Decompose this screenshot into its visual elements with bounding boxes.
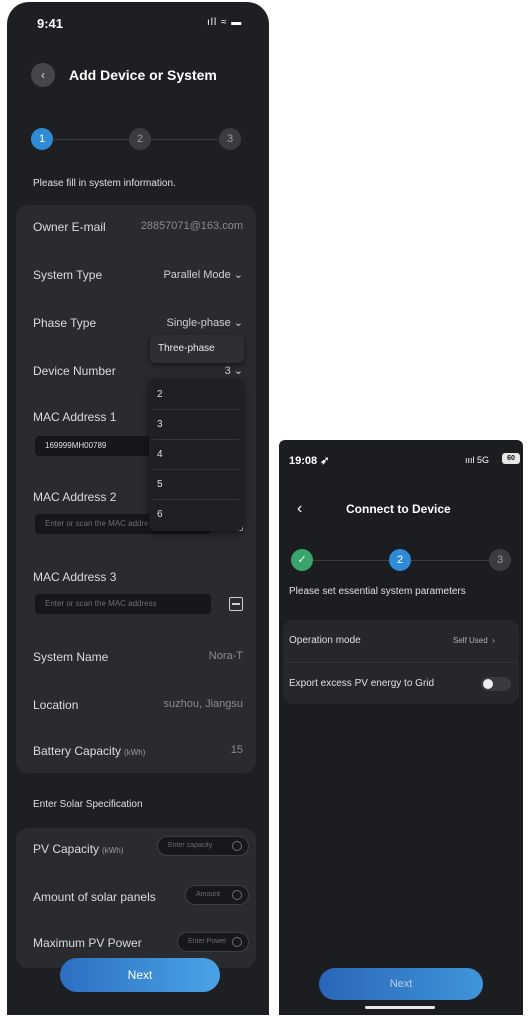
location-label: Location: [33, 698, 79, 712]
device-number-option[interactable]: 3: [157, 419, 163, 430]
mac1-label: MAC Address 1: [33, 410, 117, 424]
step-3: 3: [219, 128, 241, 150]
step-3: 3: [489, 549, 511, 571]
divider: [153, 439, 239, 440]
system-name-row: System Name Nora-T: [33, 650, 243, 670]
phase-type-select[interactable]: Single-phase ⌄: [167, 316, 244, 329]
location-value[interactable]: suzhou, Jiangsu: [164, 698, 244, 710]
owner-email-value[interactable]: 28857071@163.com: [141, 220, 243, 232]
status-time: 19:08 ➶: [289, 455, 330, 467]
operation-mode-select[interactable]: Self Used ›: [453, 636, 495, 645]
divider: [153, 409, 239, 410]
export-pv-toggle[interactable]: [481, 677, 511, 691]
back-button[interactable]: ‹: [297, 500, 302, 518]
mac3-row: MAC Address 3: [33, 570, 243, 590]
back-button[interactable]: ‹: [31, 63, 55, 87]
next-button[interactable]: Next: [319, 968, 483, 1000]
phase-type-label: Phase Type: [33, 316, 97, 330]
step-2: 2: [129, 128, 151, 150]
mac3-input[interactable]: Enter or scan the MAC address: [35, 594, 211, 614]
device-number-option[interactable]: 5: [157, 479, 163, 490]
max-pv-power-label: Maximum PV Power: [33, 936, 142, 950]
system-name-value[interactable]: Nora-T: [209, 650, 243, 662]
step-line: [411, 560, 491, 561]
solar-panels-input[interactable]: Amount: [185, 885, 249, 905]
status-time: 9:41: [37, 16, 64, 31]
instruction-text: Please fill in system information.: [33, 178, 176, 189]
page-title: Add Device or System: [69, 67, 217, 83]
device-number-select[interactable]: 3 ⌄: [225, 364, 243, 377]
battery-value[interactable]: 15: [231, 744, 243, 756]
system-type-select[interactable]: Parallel Mode ⌄: [163, 268, 243, 281]
add-device-screen: 9:41 ıll ≈ ▬ ‹ Add Device or System 1 2 …: [7, 2, 269, 1015]
step-line: [49, 139, 131, 140]
divider: [153, 469, 239, 470]
clear-icon[interactable]: [232, 841, 242, 851]
device-number-option[interactable]: 2: [157, 389, 163, 400]
step-1-done-icon: ✓: [291, 549, 313, 571]
divider: [153, 499, 239, 500]
clear-icon[interactable]: [232, 890, 242, 900]
clear-icon[interactable]: [232, 937, 242, 947]
mac3-label: MAC Address 3: [33, 570, 117, 584]
battery-label: Battery Capacity (kWh): [33, 744, 146, 758]
owner-email-label: Owner E-mail: [33, 220, 106, 234]
export-pv-label: Export excess PV energy to Grid: [289, 678, 435, 689]
solar-section-title: Enter Solar Specification: [33, 799, 143, 810]
system-type-row[interactable]: System Type Parallel Mode ⌄: [33, 268, 243, 288]
step-1: 1: [31, 128, 53, 150]
home-indicator: [365, 1006, 435, 1009]
step-line: [311, 560, 395, 561]
solar-panels-label: Amount of solar panels: [33, 890, 156, 904]
system-name-label: System Name: [33, 650, 109, 664]
owner-email-row: Owner E-mail 28857071@163.com: [33, 220, 243, 240]
system-type-label: System Type: [33, 268, 103, 282]
device-number-option[interactable]: 4: [157, 449, 163, 460]
max-pv-power-input[interactable]: Enter Power: [177, 932, 249, 952]
connect-device-screen: 19:08 ➶ ıııl 5G 60 ‹ Connect to Device ✓…: [279, 440, 523, 1015]
battery-icon: 60: [502, 453, 520, 464]
phase-option-three-phase[interactable]: Three-phase: [150, 335, 244, 363]
phase-type-row[interactable]: Phase Type Single-phase ⌄: [33, 316, 243, 336]
step-2: 2: [389, 549, 411, 571]
pv-capacity-input[interactable]: Enter capacity: [157, 836, 249, 856]
device-number-option[interactable]: 6: [157, 509, 163, 520]
next-button[interactable]: Next: [60, 958, 220, 992]
instruction-text: Please set essential system parameters: [289, 586, 466, 597]
device-number-label: Device Number: [33, 364, 116, 378]
chevron-right-icon: ›: [492, 636, 495, 645]
chevron-down-icon: ⌄: [233, 269, 243, 281]
battery-row: Battery Capacity (kWh) 15: [33, 744, 243, 764]
pv-capacity-label: PV Capacity (kWh): [33, 842, 124, 856]
mac2-label: MAC Address 2: [33, 490, 117, 504]
status-signal: ıııl 5G: [465, 455, 490, 465]
chevron-down-icon: ⌄: [233, 365, 243, 377]
divider: [285, 662, 517, 663]
status-icons: ıll ≈ ▬: [207, 17, 243, 28]
toggle-knob: [483, 679, 493, 689]
device-number-dropdown: 2 3 4 5 6: [149, 379, 243, 531]
operation-mode-label: Operation mode: [289, 635, 361, 646]
step-line: [149, 139, 227, 140]
page-title: Connect to Device: [346, 502, 451, 516]
scan-icon[interactable]: [229, 597, 243, 611]
location-row: Location suzhou, Jiangsu: [33, 698, 243, 718]
chevron-down-icon: ⌄: [233, 317, 243, 329]
